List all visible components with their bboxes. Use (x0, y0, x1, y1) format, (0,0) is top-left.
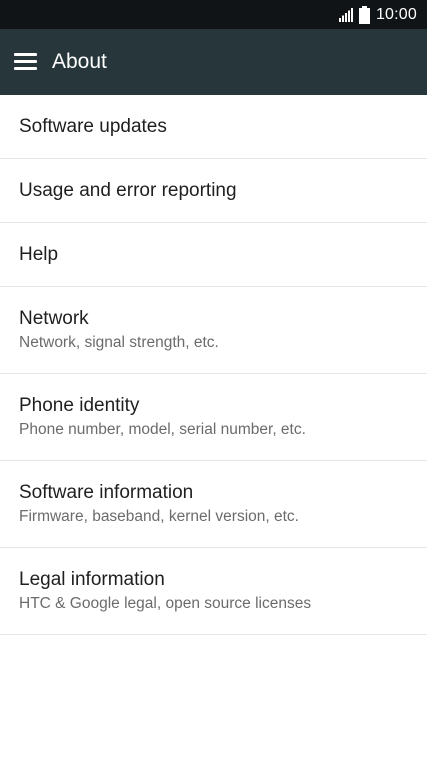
settings-list: Software updates Usage and error reporti… (0, 95, 427, 635)
menu-line (14, 67, 37, 70)
list-item-phone-identity[interactable]: Phone identity Phone number, model, seri… (0, 374, 427, 461)
signal-icon (338, 7, 353, 22)
item-subtitle: Phone number, model, serial number, etc. (19, 421, 306, 438)
item-subtitle: Network, signal strength, etc. (19, 334, 219, 351)
item-subtitle: HTC & Google legal, open source licenses (19, 595, 312, 612)
item-title: Software updates (19, 116, 167, 137)
menu-line (14, 60, 37, 63)
status-icons: 10:00 (338, 0, 417, 29)
status-bar: 10:00 (0, 0, 427, 29)
app-bar: About (0, 29, 427, 95)
item-title: Phone identity (19, 395, 140, 416)
hamburger-menu-icon[interactable] (14, 51, 38, 73)
list-item-usage-error-reporting[interactable]: Usage and error reporting (0, 159, 427, 223)
list-item-software-updates[interactable]: Software updates (0, 95, 427, 159)
list-item-help[interactable]: Help (0, 223, 427, 287)
page-title: About (52, 50, 107, 73)
item-title: Legal information (19, 569, 165, 590)
list-item-network[interactable]: Network Network, signal strength, etc. (0, 287, 427, 374)
item-title: Software information (19, 482, 194, 503)
item-title: Network (19, 308, 89, 329)
menu-line (14, 53, 37, 56)
list-item-legal-information[interactable]: Legal information HTC & Google legal, op… (0, 548, 427, 635)
battery-icon (358, 5, 370, 24)
item-title: Help (19, 244, 59, 265)
status-time: 10:00 (375, 5, 417, 23)
item-title: Usage and error reporting (19, 180, 237, 201)
list-item-software-information[interactable]: Software information Firmware, baseband,… (0, 461, 427, 548)
item-subtitle: Firmware, baseband, kernel version, etc. (19, 508, 299, 525)
